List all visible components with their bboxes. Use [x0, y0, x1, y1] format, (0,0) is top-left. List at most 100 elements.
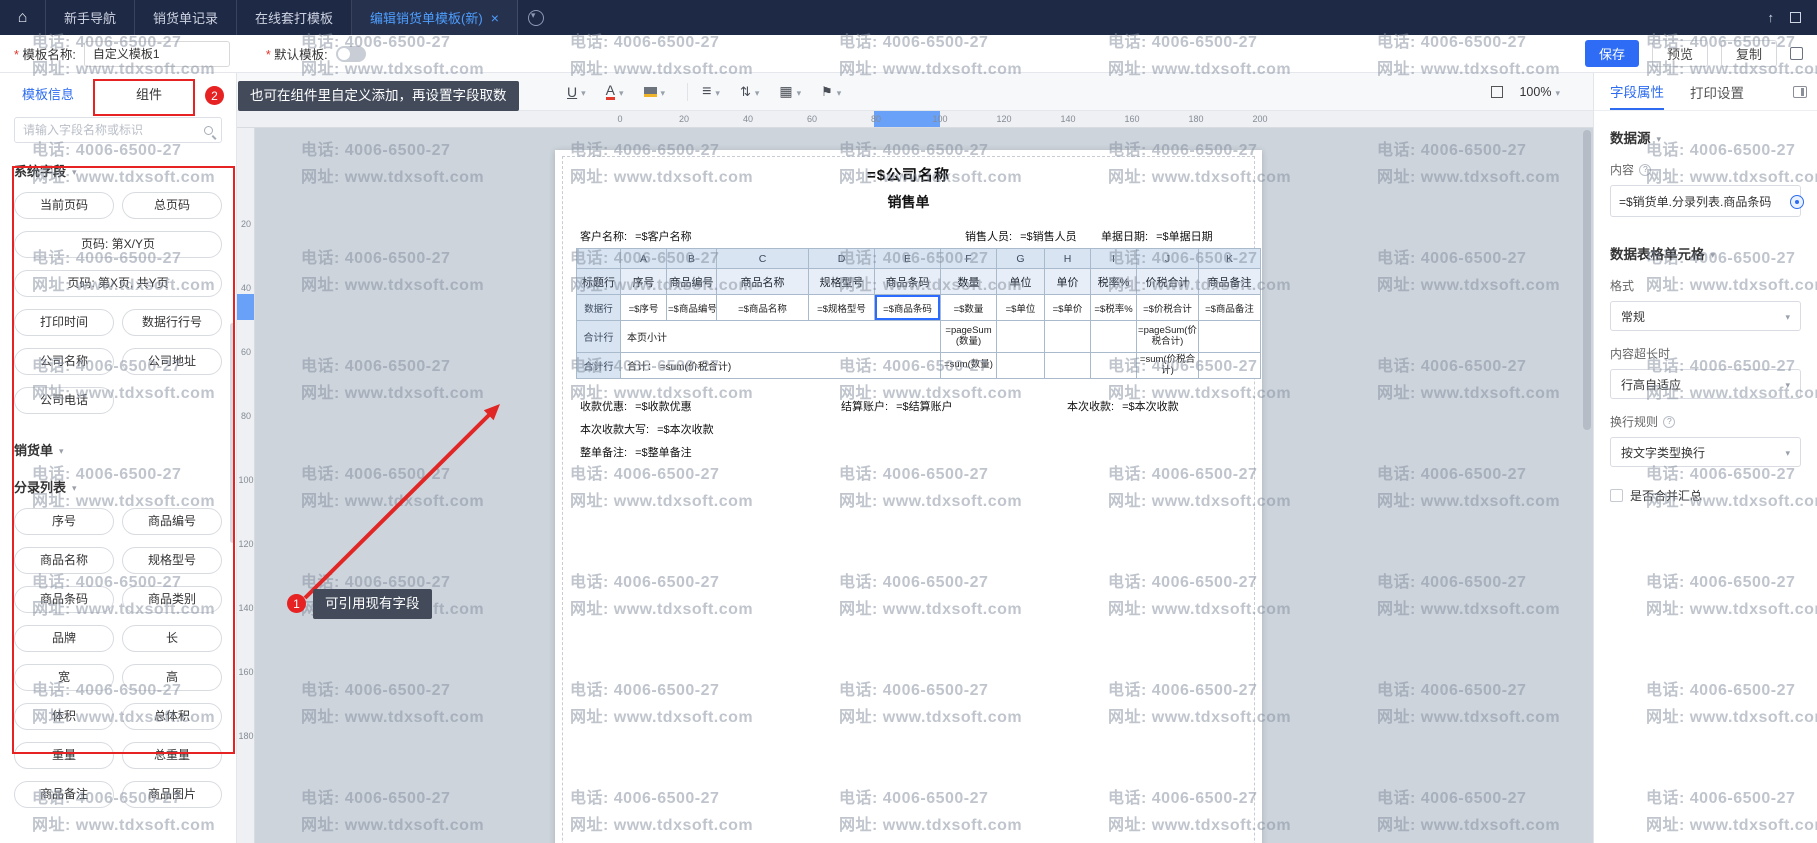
collapse-panel-icon[interactable] — [1793, 86, 1807, 98]
table-cell[interactable] — [1045, 353, 1091, 379]
template-page[interactable]: =$公司名称 销售单 客户名称:=$客户名称 销售人员:=$销售人员 单据日期:… — [555, 150, 1262, 843]
collapse-up-icon[interactable] — [1768, 10, 1775, 25]
field-chip[interactable]: 高 — [122, 664, 222, 691]
table-cell[interactable] — [1091, 353, 1137, 379]
table-cell[interactable] — [1199, 353, 1261, 379]
top-tab-print-templates[interactable]: 在线套打模板 — [237, 0, 352, 35]
tab-components[interactable]: 组件 — [136, 84, 162, 103]
table-cell[interactable] — [997, 321, 1045, 353]
field-chip[interactable]: 打印时间 — [14, 309, 114, 336]
field-chip[interactable]: 总页码 — [122, 192, 222, 219]
table-cell[interactable]: 商品编号 — [667, 269, 717, 295]
table-cell[interactable]: 税率% — [1091, 269, 1137, 295]
field-chip[interactable]: 商品类别 — [122, 586, 222, 613]
field-chip[interactable]: 宽 — [14, 664, 114, 691]
merge-summary-checkbox[interactable]: 是否合并汇总 — [1610, 487, 1801, 504]
checkbox-icon[interactable] — [1610, 489, 1623, 502]
font-color-button[interactable] — [606, 83, 624, 100]
table-cell[interactable]: 合计： =sum(价税合计) — [621, 353, 941, 379]
field-chip[interactable]: 商品图片 — [122, 781, 222, 808]
print-area-button[interactable] — [821, 84, 841, 100]
section-table-cell[interactable]: 数据表格单元格 — [1610, 243, 1801, 263]
field-chip[interactable]: 公司名称 — [14, 348, 114, 375]
table-cell[interactable]: 规格型号 — [809, 269, 875, 295]
field-chip[interactable]: 商品编号 — [122, 508, 222, 535]
overflow-select[interactable]: 行高自适应 — [1610, 369, 1801, 399]
column-header[interactable]: F — [941, 249, 997, 269]
table-cell[interactable]: =pageSum(价税合计) — [1137, 321, 1199, 353]
field-chip[interactable]: 公司地址 — [122, 348, 222, 375]
field-chip[interactable]: 长 — [122, 625, 222, 652]
fit-screen-icon[interactable] — [1491, 86, 1503, 98]
align-button[interactable] — [702, 83, 720, 101]
column-header[interactable]: E — [875, 249, 941, 269]
field-chip[interactable]: 体积 — [14, 703, 114, 730]
field-chip[interactable]: 页码: 第X/Y页 — [14, 231, 222, 258]
field-chip[interactable]: 当前页码 — [14, 192, 114, 219]
template-table[interactable]: A B C D E F G H I J K 标题行 序号 商品编号 商品名称 — [576, 248, 1261, 379]
table-cell[interactable]: =$规格型号 — [809, 295, 875, 321]
column-header[interactable]: K — [1199, 249, 1261, 269]
field-chip[interactable]: 商品名称 — [14, 547, 114, 574]
tab-print-settings[interactable]: 打印设置 — [1690, 73, 1744, 110]
field-chip[interactable]: 商品条码 — [14, 586, 114, 613]
doc-title-field[interactable]: 销售单 — [555, 192, 1262, 212]
row-label[interactable]: 合计行 — [577, 321, 621, 353]
company-name-field[interactable]: =$公司名称 — [555, 150, 1262, 185]
table-cell[interactable]: 单位 — [997, 269, 1045, 295]
column-header[interactable]: C — [717, 249, 809, 269]
column-header[interactable]: J — [1137, 249, 1199, 269]
formula-helper-icon[interactable] — [1790, 195, 1804, 209]
field-chip[interactable]: 总重量 — [122, 742, 222, 769]
table-cell[interactable]: 本页小计 — [621, 321, 941, 353]
underline-button[interactable] — [567, 84, 586, 100]
field-chip[interactable]: 重量 — [14, 742, 114, 769]
close-tab-icon[interactable] — [483, 10, 499, 26]
selected-cell[interactable]: =$商品条码 — [875, 295, 941, 321]
home-button[interactable] — [0, 0, 46, 35]
fullscreen-icon[interactable] — [1790, 47, 1803, 60]
table-cell[interactable]: 数量 — [941, 269, 997, 295]
table-cell[interactable] — [997, 353, 1045, 379]
table-cell[interactable]: =$税率% — [1091, 295, 1137, 321]
table-cell[interactable]: 商品名称 — [717, 269, 809, 295]
footer-field-payment-words[interactable]: 本次收款大写:=$本次收款 — [580, 421, 714, 437]
footer-field-remark[interactable]: 整单备注:=$整单备注 — [580, 444, 692, 460]
field-chip[interactable]: 总体积 — [122, 703, 222, 730]
field-search[interactable] — [14, 117, 222, 143]
footer-field-account[interactable]: 结算账户:=$结算账户 — [841, 398, 953, 414]
table-cell[interactable]: =$价税合计 — [1137, 295, 1199, 321]
row-label[interactable]: 数据行 — [577, 295, 621, 321]
field-chip[interactable]: 品牌 — [14, 625, 114, 652]
template-name-input[interactable] — [84, 41, 230, 67]
table-cell[interactable]: =$单位 — [997, 295, 1045, 321]
table-cell[interactable]: =pageSum(数量) — [941, 321, 997, 353]
fill-color-button[interactable] — [644, 85, 666, 99]
wrap-rule-select[interactable]: 按文字类型换行 — [1610, 437, 1801, 467]
canvas-scrollbar[interactable] — [1583, 130, 1591, 841]
table-cell[interactable] — [1045, 321, 1091, 353]
table-cell[interactable]: =$数量 — [941, 295, 997, 321]
field-chip[interactable]: 序号 — [14, 508, 114, 535]
table-cell[interactable]: 商品条码 — [875, 269, 941, 295]
row-label[interactable]: 标题行 — [577, 269, 621, 295]
footer-field-payment[interactable]: 本次收款:=$本次收款 — [1067, 398, 1179, 414]
scrollbar-thumb[interactable] — [1583, 130, 1591, 430]
table-cell[interactable]: =$商品名称 — [717, 295, 809, 321]
table-cell[interactable]: =sum(数量) — [941, 353, 997, 379]
meta-field-customer[interactable]: 客户名称:=$客户名称 — [580, 228, 692, 244]
copy-button[interactable]: 复制 — [1721, 40, 1777, 67]
format-select[interactable]: 常规 — [1610, 301, 1801, 331]
top-tab-edit-template[interactable]: 编辑销货单模板(新) — [352, 0, 518, 35]
default-template-toggle[interactable] — [336, 46, 366, 62]
top-tab-beginner-nav[interactable]: 新手导航 — [46, 0, 135, 35]
table-cell[interactable]: =$序号 — [621, 295, 667, 321]
table-corner[interactable] — [577, 249, 621, 269]
content-input[interactable]: =$销货单.分录列表.商品条码 — [1610, 185, 1801, 217]
column-header[interactable]: G — [997, 249, 1045, 269]
section-system-fields[interactable]: 系统字段 — [14, 161, 66, 180]
table-cell[interactable]: 价税合计 — [1137, 269, 1199, 295]
row-label[interactable]: 合计行 — [577, 353, 621, 379]
tab-field-properties[interactable]: 字段属性 — [1610, 73, 1664, 110]
meta-field-salesperson[interactable]: 销售人员:=$销售人员 — [965, 228, 1077, 244]
